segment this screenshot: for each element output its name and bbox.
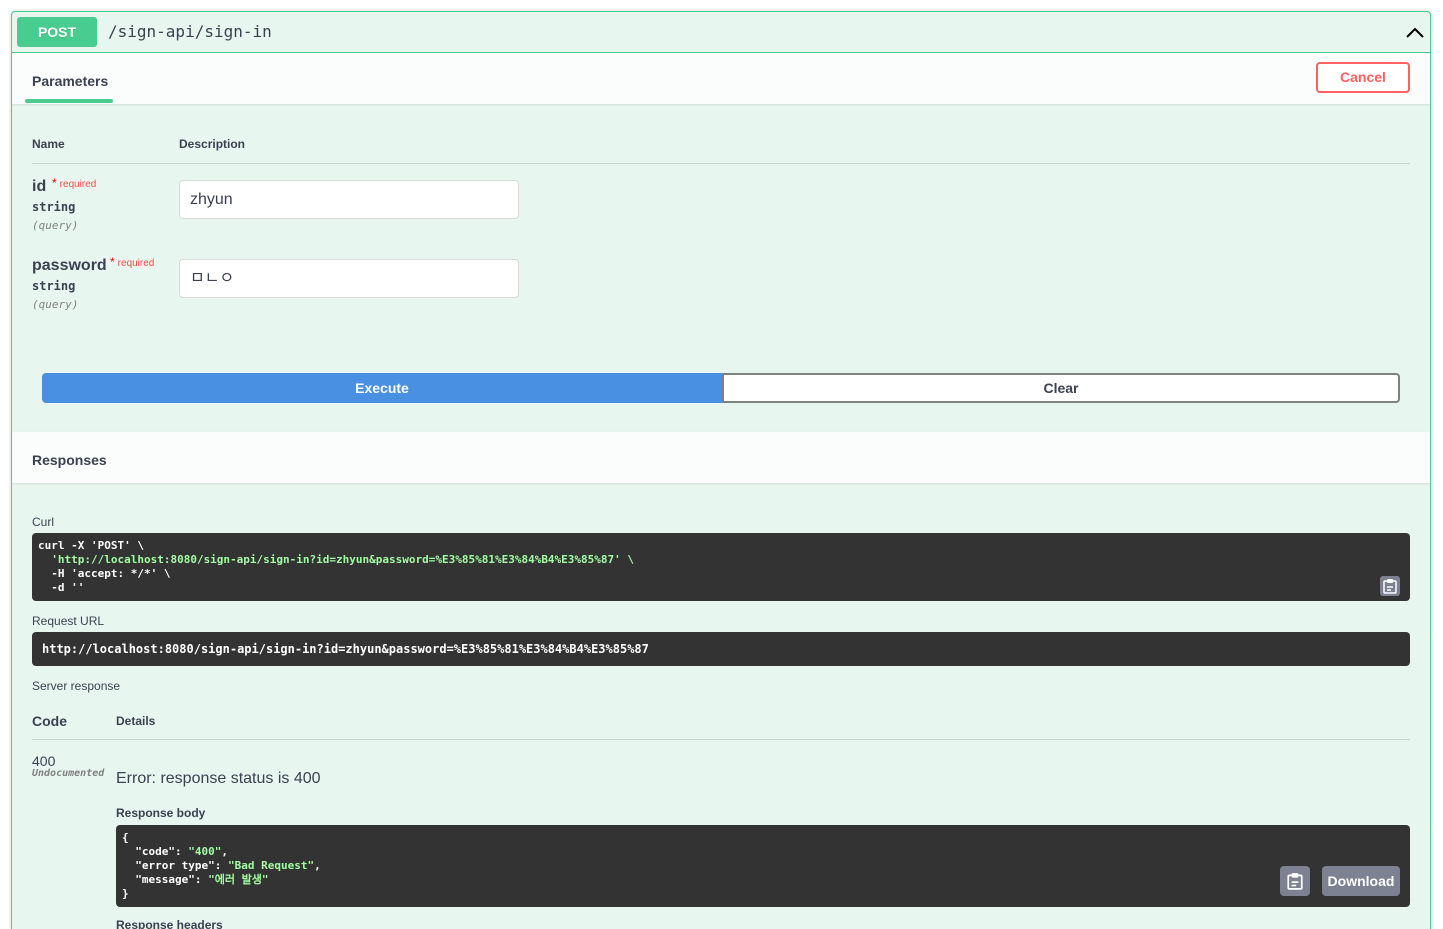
response-body-label: Response body <box>116 806 206 820</box>
responses-header: Responses <box>12 432 1430 483</box>
param-id-name: id <box>32 178 47 195</box>
param-password-location: (query) <box>32 298 79 311</box>
param-password-required: * required <box>110 255 155 269</box>
request-url-value[interactable]: http://localhost:8080/sign-api/sign-in?i… <box>32 632 1410 666</box>
param-id-type: string <box>32 200 76 214</box>
endpoint-path: /sign-api/sign-in <box>108 22 272 41</box>
param-password-name: password <box>32 257 107 274</box>
curl-label: Curl <box>32 515 55 529</box>
json-key: "error type" <box>135 859 215 872</box>
required-label: required <box>117 258 155 269</box>
tab-active-indicator <box>25 99 113 103</box>
json-value: "400" <box>188 845 222 858</box>
execute-button[interactable]: Execute <box>42 373 722 403</box>
undocumented-label: Undocumented <box>32 768 105 779</box>
copy-curl-button[interactable] <box>1380 576 1400 596</box>
json-brace: } <box>122 887 129 900</box>
response-headers-label: Response headers <box>116 918 223 929</box>
curl-line: curl -X 'POST' \ <box>38 539 144 552</box>
response-body-block[interactable]: { "code": "400", "error type": "Bad Requ… <box>116 825 1410 907</box>
param-id-location: (query) <box>32 219 79 232</box>
request-url-label: Request URL <box>32 614 105 628</box>
param-password-type: string <box>32 279 76 293</box>
parameters-tab-header: Parameters Cancel <box>12 53 1430 104</box>
json-value: "Bad Request" <box>227 859 315 872</box>
copy-response-button[interactable] <box>1280 866 1310 896</box>
id-input[interactable]: zhyun <box>179 180 519 219</box>
clipboard-icon <box>1383 579 1397 594</box>
name-column-header: Name <box>32 137 65 151</box>
operation-block: POST /sign-api/sign-in Parameters Cancel… <box>11 11 1431 929</box>
json-value: "에러 발생" <box>208 873 269 886</box>
description-column-header: Description <box>179 137 246 151</box>
details-column-header: Details <box>116 714 156 728</box>
clipboard-icon <box>1287 873 1303 890</box>
clear-button[interactable]: Clear <box>722 373 1400 403</box>
curl-line: -H 'accept: */*' \ <box>38 567 171 580</box>
download-button[interactable]: Download <box>1322 866 1400 896</box>
param-id-required: * required <box>52 176 97 190</box>
password-input[interactable]: ㅁㄴㅇ <box>179 259 519 298</box>
json-key: "code" <box>135 845 175 858</box>
error-message: Error: response status is 400 <box>116 770 321 787</box>
curl-code-block[interactable]: curl -X 'POST' \ 'http://localhost:8080/… <box>32 533 1410 601</box>
http-method-badge: POST <box>17 17 97 47</box>
cancel-button[interactable]: Cancel <box>1316 62 1410 93</box>
json-key: "message" <box>135 873 195 886</box>
divider <box>32 163 1410 164</box>
divider <box>32 739 1410 740</box>
operation-summary[interactable]: POST /sign-api/sign-in <box>12 12 1430 53</box>
chevron-up-icon[interactable] <box>1404 25 1426 41</box>
responses-title: Responses <box>32 452 107 468</box>
tab-parameters[interactable]: Parameters <box>32 72 108 90</box>
json-brace: { <box>122 831 129 844</box>
code-column-header: Code <box>32 713 67 729</box>
curl-line: -d '' <box>38 581 85 594</box>
server-response-label: Server response <box>32 679 121 693</box>
required-label: required <box>59 179 97 190</box>
curl-line: 'http://localhost:8080/sign-api/sign-in?… <box>38 553 635 566</box>
